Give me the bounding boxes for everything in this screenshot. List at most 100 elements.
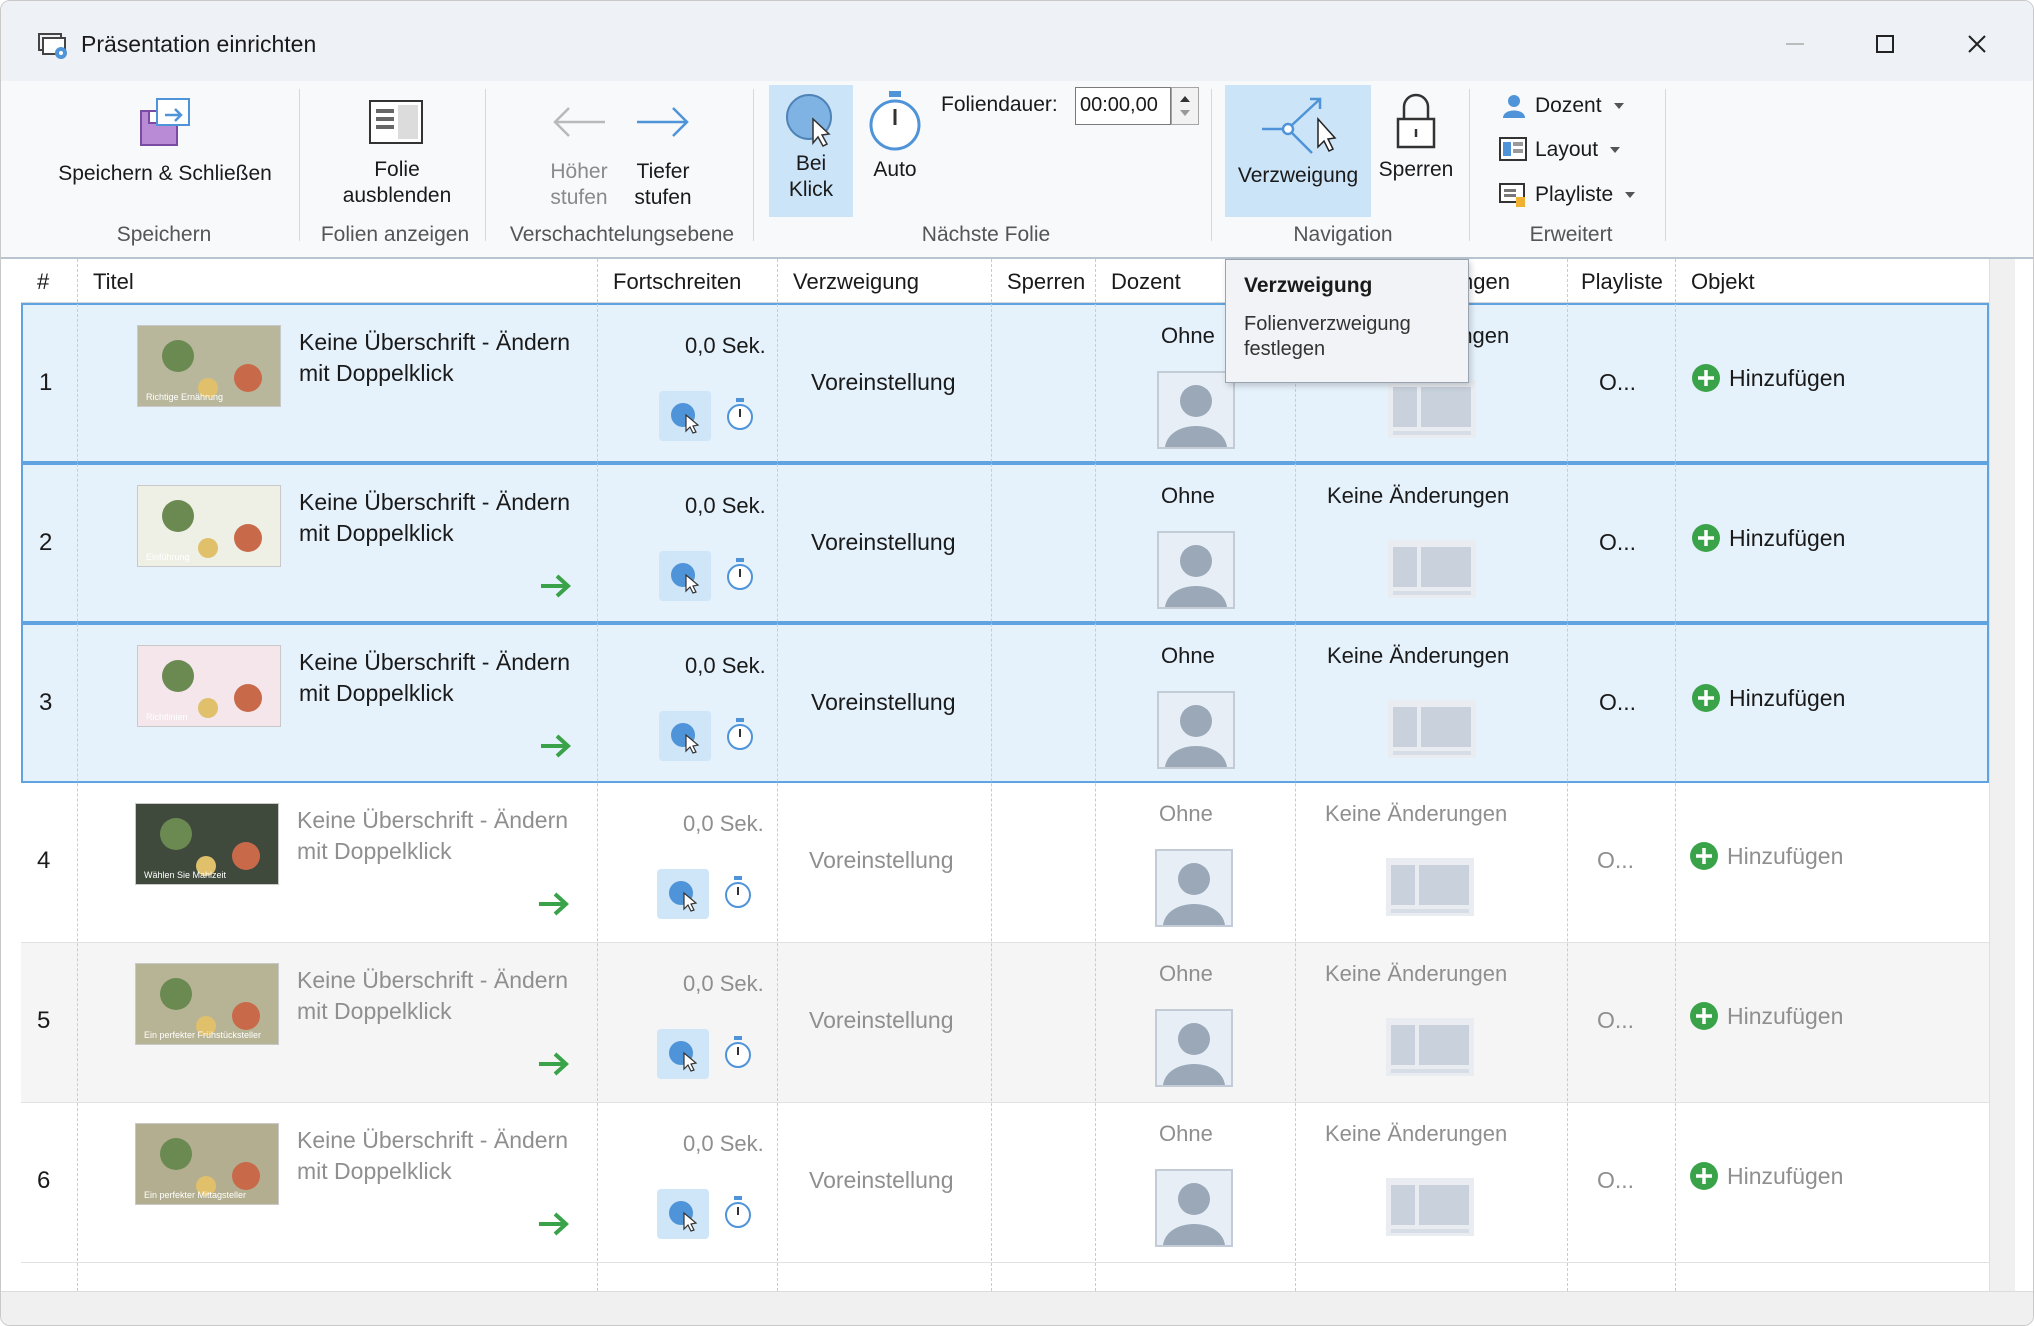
playlist-value[interactable]: O...	[1599, 689, 1636, 716]
save-close-button[interactable]: Speichern & Schließen	[45, 93, 285, 187]
advance-on-click-toggle[interactable]	[657, 869, 709, 919]
branch-setting[interactable]: Voreinstellung	[809, 1007, 954, 1034]
avatar[interactable]	[1155, 849, 1233, 927]
advance-time[interactable]: 0,0 Sek.	[683, 811, 764, 837]
playlist-value[interactable]: O...	[1597, 847, 1634, 874]
col-title[interactable]: Titel	[93, 269, 134, 295]
advance-time[interactable]: 0,0 Sek.	[683, 971, 764, 997]
lock-button[interactable]: Sperren	[1373, 93, 1459, 183]
slide-thumbnail-image: Ein perfekter Frühstücksteller	[136, 964, 278, 1044]
layout-value[interactable]: Keine Änderungen	[1327, 643, 1509, 669]
advance-on-click-toggle[interactable]	[659, 551, 711, 601]
vertical-scrollbar[interactable]	[1989, 259, 2015, 1291]
layout-value[interactable]: Keine Änderungen	[1327, 483, 1509, 509]
layout-dropdown[interactable]: Layout	[1499, 137, 1621, 163]
avatar[interactable]	[1155, 1009, 1233, 1087]
minimize-button[interactable]	[1765, 19, 1825, 69]
person-placeholder-icon	[1163, 1023, 1225, 1085]
col-presenter[interactable]: Dozent	[1111, 269, 1181, 295]
col-num[interactable]: #	[37, 269, 49, 295]
slide-thumbnail[interactable]: Richtlinien	[137, 645, 281, 727]
stopwatch-icon[interactable]	[721, 1035, 755, 1069]
promote-button[interactable]: Höher stufen	[537, 99, 621, 211]
slide-title[interactable]: Keine Überschrift - Ändern mit Doppelkli…	[299, 327, 599, 389]
demote-button[interactable]: Tiefer stufen	[621, 99, 705, 211]
table-row[interactable]: 5 Ein perfekter Frühstücksteller Keine Ü…	[21, 943, 1989, 1103]
slide-title[interactable]: Keine Überschrift - Ändern mit Doppelkli…	[297, 965, 597, 1027]
add-object-button[interactable]: Hinzufügen	[1689, 841, 1843, 871]
group-label-nesting: Verschachtelungsebene	[509, 223, 735, 246]
slide-thumbnail[interactable]: Einführung	[137, 485, 281, 567]
advance-time[interactable]: 0,0 Sek.	[685, 653, 766, 679]
branching-button[interactable]: Verzweigung	[1225, 85, 1371, 217]
hide-slide-button[interactable]: Folie ausblenden	[317, 97, 477, 209]
col-branch[interactable]: Verzweigung	[793, 269, 919, 295]
auto-button[interactable]: Auto	[857, 89, 933, 183]
duration-input[interactable]: 00:00,00	[1075, 87, 1171, 125]
add-object-button[interactable]: Hinzufügen	[1691, 523, 1845, 553]
advance-on-click-toggle[interactable]	[659, 711, 711, 761]
avatar[interactable]	[1157, 531, 1235, 609]
playlist-dropdown[interactable]: Playliste	[1499, 181, 1636, 209]
advance-time[interactable]: 0,0 Sek.	[685, 493, 766, 519]
presenter-value[interactable]: Ohne	[1161, 323, 1215, 349]
playlist-value[interactable]: O...	[1599, 369, 1636, 396]
advance-on-click-toggle[interactable]	[657, 1029, 709, 1079]
presenter-dropdown[interactable]: Dozent	[1501, 93, 1624, 119]
presenter-value[interactable]: Ohne	[1161, 643, 1215, 669]
table-row[interactable]: 4 Wählen Sie Mahlzeit Keine Überschrift …	[21, 783, 1989, 943]
slide-thumbnail[interactable]: Ein perfekter Frühstücksteller	[135, 963, 279, 1045]
stopwatch-icon[interactable]	[723, 717, 757, 751]
slide-title[interactable]: Keine Überschrift - Ändern mit Doppelkli…	[299, 647, 599, 709]
advance-time[interactable]: 0,0 Sek.	[685, 333, 766, 359]
playlist-value[interactable]: O...	[1599, 529, 1636, 556]
col-playlist[interactable]: Playliste	[1581, 269, 1663, 295]
branch-setting[interactable]: Voreinstellung	[809, 1167, 954, 1194]
layout-value[interactable]: Keine Änderungen	[1325, 961, 1507, 987]
avatar[interactable]	[1155, 1169, 1233, 1247]
col-object[interactable]: Objekt	[1691, 269, 1755, 295]
add-object-button[interactable]: Hinzufügen	[1691, 363, 1845, 393]
table-row[interactable]: 6 Ein perfekter Mittagsteller Keine Über…	[21, 1103, 1989, 1263]
avatar[interactable]	[1157, 691, 1235, 769]
playlist-value[interactable]: O...	[1597, 1007, 1634, 1034]
presenter-value[interactable]: Ohne	[1161, 483, 1215, 509]
advance-on-click-toggle[interactable]	[659, 391, 711, 441]
stopwatch-icon[interactable]	[723, 397, 757, 431]
duration-spinner[interactable]	[1171, 87, 1199, 125]
slide-title[interactable]: Keine Überschrift - Ändern mit Doppelkli…	[299, 487, 599, 549]
presenter-value[interactable]: Ohne	[1159, 801, 1213, 827]
maximize-button[interactable]	[1855, 19, 1915, 69]
slide-thumbnail[interactable]: Wählen Sie Mahlzeit	[135, 803, 279, 885]
table-row[interactable]: 3 Richtlinien Keine Überschrift - Ändern…	[21, 623, 1989, 783]
branch-setting[interactable]: Voreinstellung	[811, 369, 956, 396]
playlist-value[interactable]: O...	[1597, 1167, 1634, 1194]
add-object-button[interactable]: Hinzufügen	[1689, 1161, 1843, 1191]
stopwatch-icon[interactable]	[723, 557, 757, 591]
person-placeholder-icon	[1163, 1183, 1225, 1245]
add-object-button[interactable]: Hinzufügen	[1691, 683, 1845, 713]
layout-value[interactable]: Keine Änderungen	[1325, 1121, 1507, 1147]
slide-thumbnail[interactable]: Ein perfekter Mittagsteller	[135, 1123, 279, 1205]
close-button[interactable]	[1947, 19, 2007, 69]
table-row[interactable]: 1 Richtige Ernährung Keine Überschrift -…	[21, 303, 1989, 463]
advance-on-click-toggle[interactable]	[657, 1189, 709, 1239]
layout-value[interactable]: Keine Änderungen	[1325, 801, 1507, 827]
advance-time[interactable]: 0,0 Sek.	[683, 1131, 764, 1157]
col-advance[interactable]: Fortschreiten	[613, 269, 741, 295]
stopwatch-icon[interactable]	[721, 1195, 755, 1229]
slide-thumbnail[interactable]: Richtige Ernährung	[137, 325, 281, 407]
branch-setting[interactable]: Voreinstellung	[809, 847, 954, 874]
avatar[interactable]	[1157, 371, 1235, 449]
table-row[interactable]: 2 Einführung Keine Überschrift - Ändern …	[21, 463, 1989, 623]
presenter-value[interactable]: Ohne	[1159, 961, 1213, 987]
slide-title[interactable]: Keine Überschrift - Ändern mit Doppelkli…	[297, 1125, 597, 1187]
on-click-button[interactable]: Bei Klick	[769, 85, 853, 217]
branch-setting[interactable]: Voreinstellung	[811, 529, 956, 556]
col-lock[interactable]: Sperren	[1007, 269, 1085, 295]
add-object-button[interactable]: Hinzufügen	[1689, 1001, 1843, 1031]
branch-setting[interactable]: Voreinstellung	[811, 689, 956, 716]
slide-title[interactable]: Keine Überschrift - Ändern mit Doppelkli…	[297, 805, 597, 867]
stopwatch-icon[interactable]	[721, 875, 755, 909]
presenter-value[interactable]: Ohne	[1159, 1121, 1213, 1147]
